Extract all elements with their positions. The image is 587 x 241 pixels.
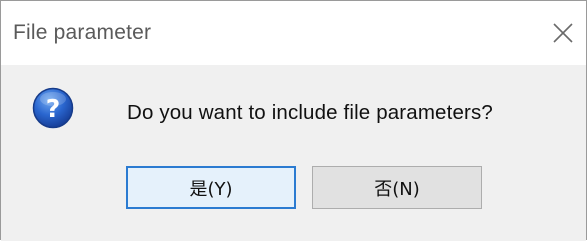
dialog-titlebar: File parameter: [1, 1, 586, 65]
dialog-message: Do you want to include file parameters?: [127, 101, 493, 124]
dialog-title: File parameter: [13, 21, 152, 44]
no-button[interactable]: 否(N): [312, 166, 482, 209]
yes-button[interactable]: 是(Y): [126, 166, 296, 209]
question-icon: ?: [32, 87, 74, 129]
file-parameter-dialog: File parameter ? Do you want to include …: [0, 0, 587, 241]
svg-text:?: ?: [46, 94, 61, 123]
close-button[interactable]: [540, 11, 586, 55]
close-icon: [552, 22, 574, 44]
